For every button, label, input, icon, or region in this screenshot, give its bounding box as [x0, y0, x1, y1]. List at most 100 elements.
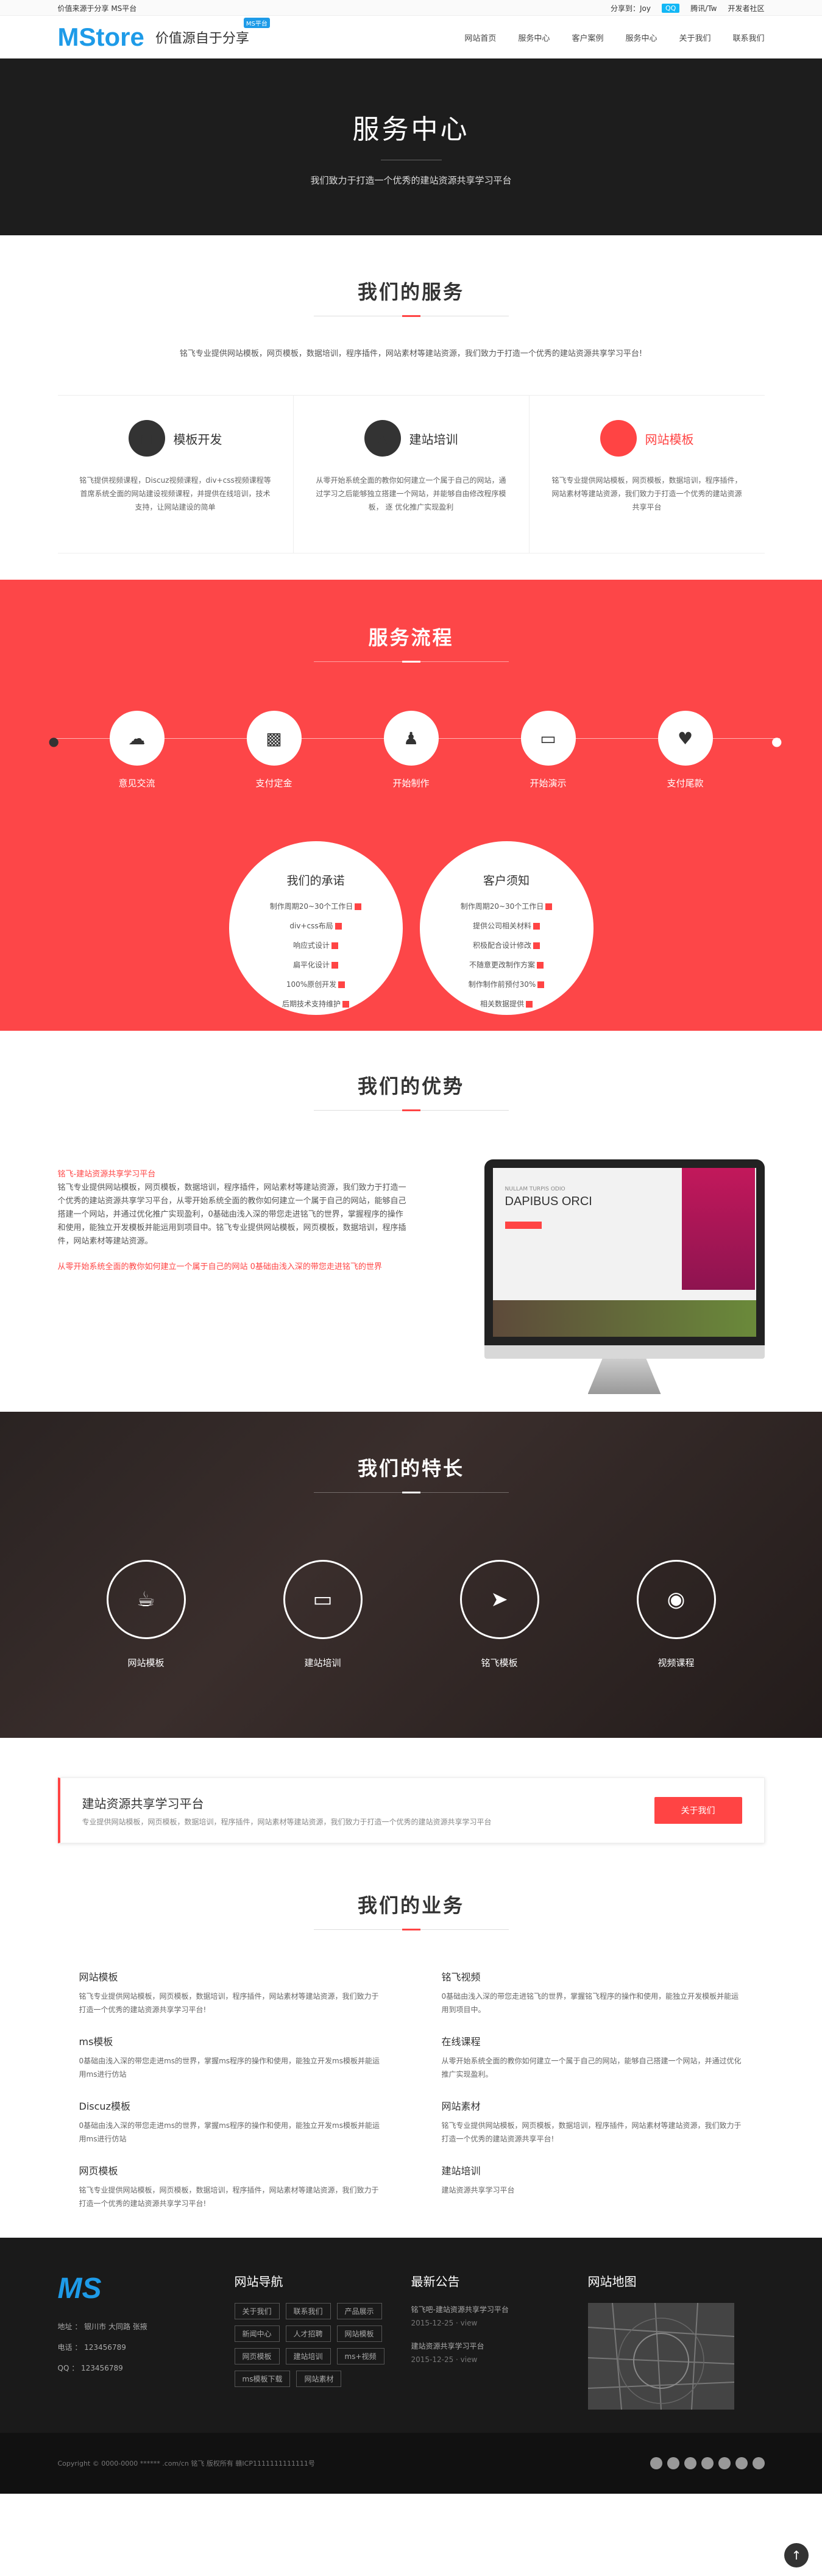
qq-icon[interactable]	[684, 2457, 696, 2469]
weibo-link[interactable]: 腾讯/Tw	[690, 3, 717, 13]
news-date: 2015-12-25 · view	[411, 2355, 478, 2364]
share-link[interactable]: 分享到：Joy	[611, 3, 651, 13]
book-icon: ▤	[128, 420, 165, 457]
nav-service[interactable]: 服务中心	[518, 32, 550, 43]
business-name[interactable]: Discuz模板	[79, 2098, 381, 2113]
nav-service-2[interactable]: 服务中心	[625, 32, 657, 43]
footer-nav-link[interactable]: ms+视频	[336, 2348, 384, 2364]
footer-nav-link[interactable]: 人才招聘	[285, 2325, 331, 2342]
camera-icon: ◉	[636, 1560, 716, 1639]
section-title: 我们的业务	[357, 1894, 464, 1917]
list-item: 制作周期20~30个工作日	[229, 897, 403, 916]
footer-nav-link[interactable]: 建站培训	[285, 2348, 331, 2364]
business-name[interactable]: 网站素材	[442, 2098, 743, 2113]
footer-qq: QQ ： 123456789	[57, 2364, 123, 2372]
news-link[interactable]: 建站资源共享学习平台	[411, 2339, 588, 2353]
section-title: 服务流程	[368, 626, 454, 649]
business-name[interactable]: ms模板	[79, 2033, 381, 2048]
service-desc: 从零开始系统全面的教你如何建立一个属于自己的网站，通过学习之后能够独立搭建一个网…	[316, 476, 506, 511]
cta-banner-section: 建站资源共享学习平台 专业提供网站模板，网页模板，数据培训，程序插件，网站素材等…	[0, 1738, 822, 1884]
footer-nav-link[interactable]: 联系我们	[285, 2303, 331, 2319]
hero-title: 服务中心	[352, 114, 470, 145]
business-desc: 铭飞专业提供网站模板，网页模板，数据培训，程序插件，网站素材等建站资源，我们致力…	[441, 2121, 742, 2143]
slogan: 价值源自于分享 MS平台	[155, 18, 270, 47]
features-section: 我们的特长 ☕ 网站模板 ▭ 建站培训 ➤ 铭飞模板 ◉ 视频课程	[0, 1412, 822, 1738]
service-desc: 铭飞专业提供网站模板，网页模板，数据培训，程序插件，网站素材等建站资源，我们致力…	[551, 476, 742, 511]
bubble-title: 客户须知	[483, 874, 530, 888]
advantage-lead[interactable]: 铭飞-建站资源共享学习平台	[58, 1168, 408, 1181]
footer-nav-link[interactable]: 产品展示	[336, 2303, 382, 2319]
qq-button[interactable]: QQ	[661, 3, 680, 13]
news-link[interactable]: 铭飞吧-建站资源共享学习平台	[411, 2303, 588, 2316]
feature-label: 视频课程	[657, 1657, 695, 1668]
advantage-body: 铭飞专业提供网站模板，网页模板，数据培训，程序插件，网站素材等建站资源，我们致力…	[57, 1183, 406, 1246]
check-icon	[335, 923, 342, 930]
footer-address: 地址 ： 银川市 大同路 张掖	[57, 2322, 147, 2331]
check-icon	[331, 962, 338, 969]
services-section: 我们的服务 铭飞专业提供网站模板，网页模板，数据培训，程序插件，网站素材等建站资…	[0, 235, 822, 580]
feature-label: 铭飞模板	[481, 1657, 518, 1668]
nav-home[interactable]: 网站首页	[464, 32, 496, 43]
footer-news: 最新公告 铭飞吧-建站资源共享学习平台 2015-12-25 · view 建站…	[411, 2272, 588, 2410]
list-item: 不随意更改制作方案	[420, 955, 593, 975]
check-icon	[342, 1001, 349, 1008]
business-name[interactable]: 网站模板	[79, 1969, 381, 1984]
footer-nav-link[interactable]: ms模板下载	[234, 2371, 291, 2387]
cta-desc: 专业提供网站模板，网页模板，数据培训，程序插件，网站素材等建站资源，我们致力于打…	[82, 1818, 492, 1826]
about-us-button[interactable]: 关于我们	[654, 1797, 742, 1824]
business-item: 在线课程 从零开始系统全面的教你如何建立一个属于自己的网站，能够自己搭建一个网站，…	[442, 2033, 743, 2081]
twitter-icon[interactable]	[667, 2457, 679, 2469]
cloud-icon: ☁	[109, 711, 165, 766]
footer-logo[interactable]: MS	[58, 2272, 235, 2305]
footer-nav-link[interactable]: 新闻中心	[234, 2325, 280, 2342]
monitor-image: NULLAM TURPIS ODIO DAPIBUS ORCI	[484, 1159, 765, 1394]
check-icon	[338, 981, 345, 988]
footer-nav-link[interactable]: 网站模板	[336, 2325, 382, 2342]
footer-nav-link[interactable]: 网站素材	[296, 2371, 342, 2387]
business-item: ms模板 0基础由浅入深的带您走进ms的世界，掌握ms程序的操作和使用，能独立开发…	[79, 2033, 381, 2081]
footer-nav-link[interactable]: 网页模板	[234, 2348, 280, 2364]
feature-item[interactable]: ◉ 视频课程	[634, 1560, 719, 1669]
section-title: 我们的优势	[357, 1075, 464, 1098]
step-label: 开始制作	[392, 778, 430, 789]
feature-item[interactable]: ➤ 铭飞模板	[457, 1560, 542, 1669]
map-roads	[587, 2303, 734, 2410]
section-title: 我们的特长	[357, 1457, 464, 1480]
logo-text[interactable]: MStore	[58, 23, 144, 52]
service-card[interactable]: ▤ 模板开发 铭飞提供视频课程，Discuz视频课程，div+css视频课程等首席…	[58, 396, 293, 553]
business-desc: 0基础由浅入深的带您走进ms的世界，掌握ms程序的操作和使用，能独立开发ms模板…	[79, 2121, 380, 2143]
footer-contact: MS 地址 ： 银川市 大同路 张掖 电话 ： 123456789 QQ ： 1…	[58, 2272, 235, 2410]
footer-phone: 电话 ： 123456789	[57, 2343, 126, 2352]
footer-nav-link[interactable]: 关于我们	[234, 2303, 280, 2319]
business-name[interactable]: 在线课程	[442, 2033, 743, 2048]
copyright-bar: Copyright © 0000-0000 ****** .com/cn 铭飞 …	[0, 2433, 822, 2494]
chat-icon[interactable]	[735, 2457, 748, 2469]
wechat-icon[interactable]	[701, 2457, 714, 2469]
business-name[interactable]: 建站培训	[442, 2163, 743, 2177]
advantage-section: 我们的优势 铭飞-建站资源共享学习平台 铭飞专业提供网站模板，网页模板，数据培训…	[0, 1031, 822, 1412]
business-name[interactable]: 铭飞视频	[442, 1969, 743, 1984]
dev-community-link[interactable]: 开发者社区	[728, 3, 764, 13]
cta-title: 建站资源共享学习平台	[82, 1796, 204, 1811]
check-icon	[545, 903, 553, 910]
feature-item[interactable]: ▭ 建站培训	[280, 1560, 366, 1669]
business-section: 我们的业务 网站模板铭飞专业提供网站模板，网页模板，数据培训，程序插件，网站素材…	[0, 1884, 822, 2238]
rss-icon[interactable]	[752, 2457, 765, 2469]
facebook-icon[interactable]	[650, 2457, 662, 2469]
nav-about[interactable]: 关于我们	[679, 32, 710, 43]
nav-contact[interactable]: 联系我们	[732, 32, 764, 43]
site-map-image[interactable]	[587, 2303, 734, 2410]
service-card[interactable]: ▲ 建站培训 从零开始系统全面的教你如何建立一个属于自己的网站，通过学习之后能够独…	[292, 396, 529, 553]
business-name[interactable]: 网页模板	[79, 2163, 381, 2177]
nav-cases[interactable]: 客户案例	[572, 32, 603, 43]
weibo-icon[interactable]	[718, 2457, 731, 2469]
check-icon	[537, 981, 545, 988]
screen-big-text: DAPIBUS ORCI	[505, 1195, 592, 1208]
step-label: 支付尾款	[667, 778, 704, 789]
back-to-top-button[interactable]: ↑	[784, 2543, 809, 2567]
feature-item[interactable]: ☕ 网站模板	[104, 1560, 189, 1669]
cursor-icon: ➤	[459, 1560, 539, 1639]
logo[interactable]: MStore 价值源自于分享 MS平台	[58, 18, 270, 52]
service-card[interactable]: ▣ 网站模板 铭飞专业提供网站模板，网页模板，数据培训，程序插件，网站素材等建站资…	[528, 396, 765, 553]
list-item: 积极配合设计修改	[420, 936, 593, 955]
